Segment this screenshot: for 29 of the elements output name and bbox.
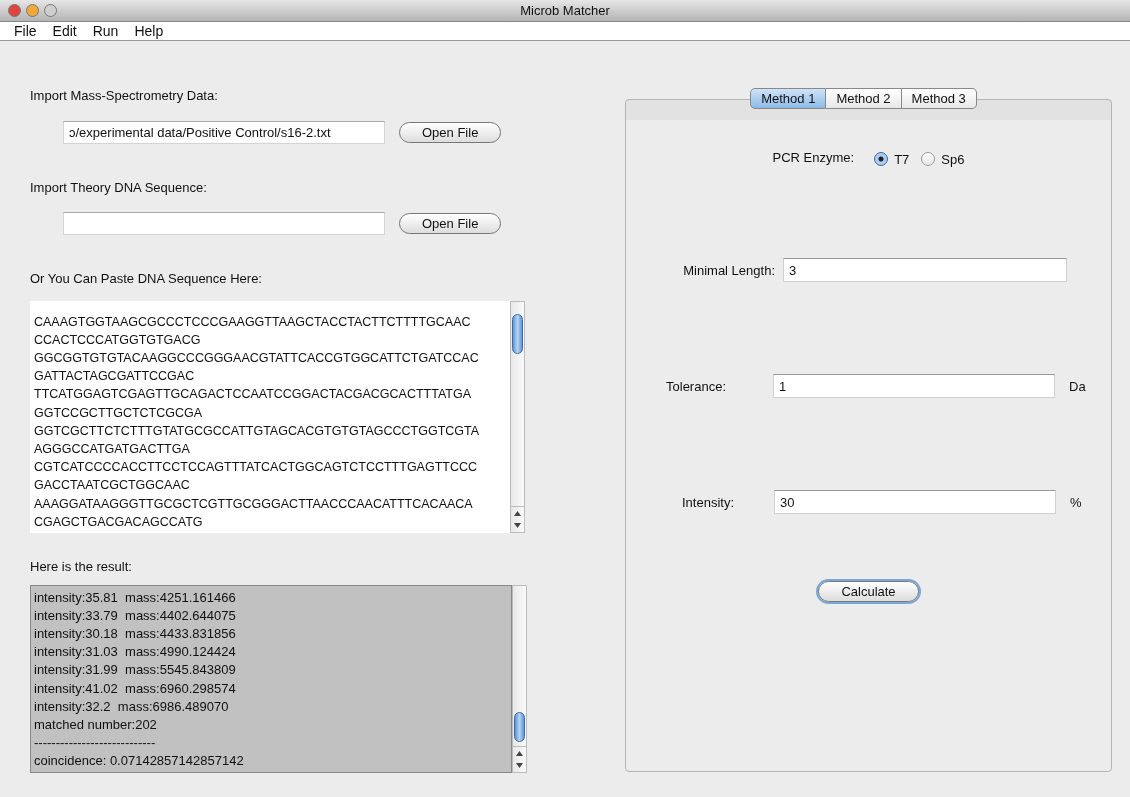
section-label: Or You Can Paste DNA Sequence Here: xyxy=(30,271,263,288)
section-label: Import Theory DNA Sequence: xyxy=(30,180,208,197)
input-field[interactable]: 1 xyxy=(773,374,1055,398)
tab[interactable]: Method 1 xyxy=(750,88,827,109)
unit-label: % xyxy=(1070,494,1082,510)
field-label: Minimal Length: xyxy=(682,262,776,278)
radio-option[interactable]: Sp6 xyxy=(921,151,965,167)
window-title: Microb Matcher xyxy=(520,3,610,18)
calculate-button[interactable]: Calculate xyxy=(818,581,919,602)
tab[interactable]: Method 2 xyxy=(826,88,902,109)
menu-item[interactable]: File xyxy=(8,23,45,39)
menu-item[interactable]: Edit xyxy=(46,23,85,39)
input-field[interactable]: 3 xyxy=(783,258,1067,282)
section-label: Import Mass-Spectrometry Data: xyxy=(30,88,219,105)
radio-option[interactable]: T7 xyxy=(874,151,910,167)
field-label: Tolerance: xyxy=(665,378,727,394)
result-text-area[interactable]: intensity:35.81 mass:4251.161466 intensity:33.79 mass:4402.644075 intensity:30.18 mass:4433.831856 intensity:31.03 mass:4990.124424 intensity:31.99 mass:5545.843809 intensity:41.02 mass:6960.298574 intensity:32.2 mass:6986.489070 matched number:202 ---------------------------- coincidence: 0.07142857142857142 xyxy=(30,585,512,773)
section-label: Here is the result: xyxy=(30,559,133,576)
unit-label: Da xyxy=(1069,378,1086,394)
menu-item[interactable]: Run xyxy=(86,23,127,39)
field-label: Intensity: xyxy=(680,494,735,510)
sequence-text-area[interactable]: CAAAGTGGTAAGCGCCCTCCCGAAGGTTAAGCTACCTACTTCTTTTGCAAC CCACTCCCATGGTGTGACG GGCGGTGTGTACAAGGCCCGGGAACGTATTCACCGTGGCATTCTGATCCAC GATTACTAGCGATTCCGAC TTCATGGAGTCGAGTTGCAGACTCCAATCCGGACTACGACGCACTTTATGA GGTCCGCTTGCTCTCGCGA GGTCGCTTCTCTTTGTATGCGCCATTGTAGCACGTGTGTAGCCCTGGTCGTA AGGGCCATGATGACTTGA CGTCATCCCCACCTTCCTCCAGTTTATCACTGGCAGTCTCCTTTGAGTTCCC GACCTAATCGCTGGCAAC AAAGGATAAGGGTTGCGCTCGTTGCGGGACTTAACCCAACATTTCACAACA CGAGCTGACGACAGCCATG xyxy=(30,301,510,533)
open-file-button[interactable]: Open File xyxy=(399,122,502,143)
input-field[interactable]: 30 xyxy=(774,490,1056,514)
open-file-button[interactable]: Open File xyxy=(399,213,502,234)
file-path-field[interactable]: ɔ/experimental data/Positive Control/s16-2.txt xyxy=(63,121,385,144)
menu-item[interactable]: Help xyxy=(128,23,172,39)
tab[interactable]: Method 3 xyxy=(901,88,977,109)
enzyme-label: PCR Enzyme: xyxy=(772,150,855,167)
